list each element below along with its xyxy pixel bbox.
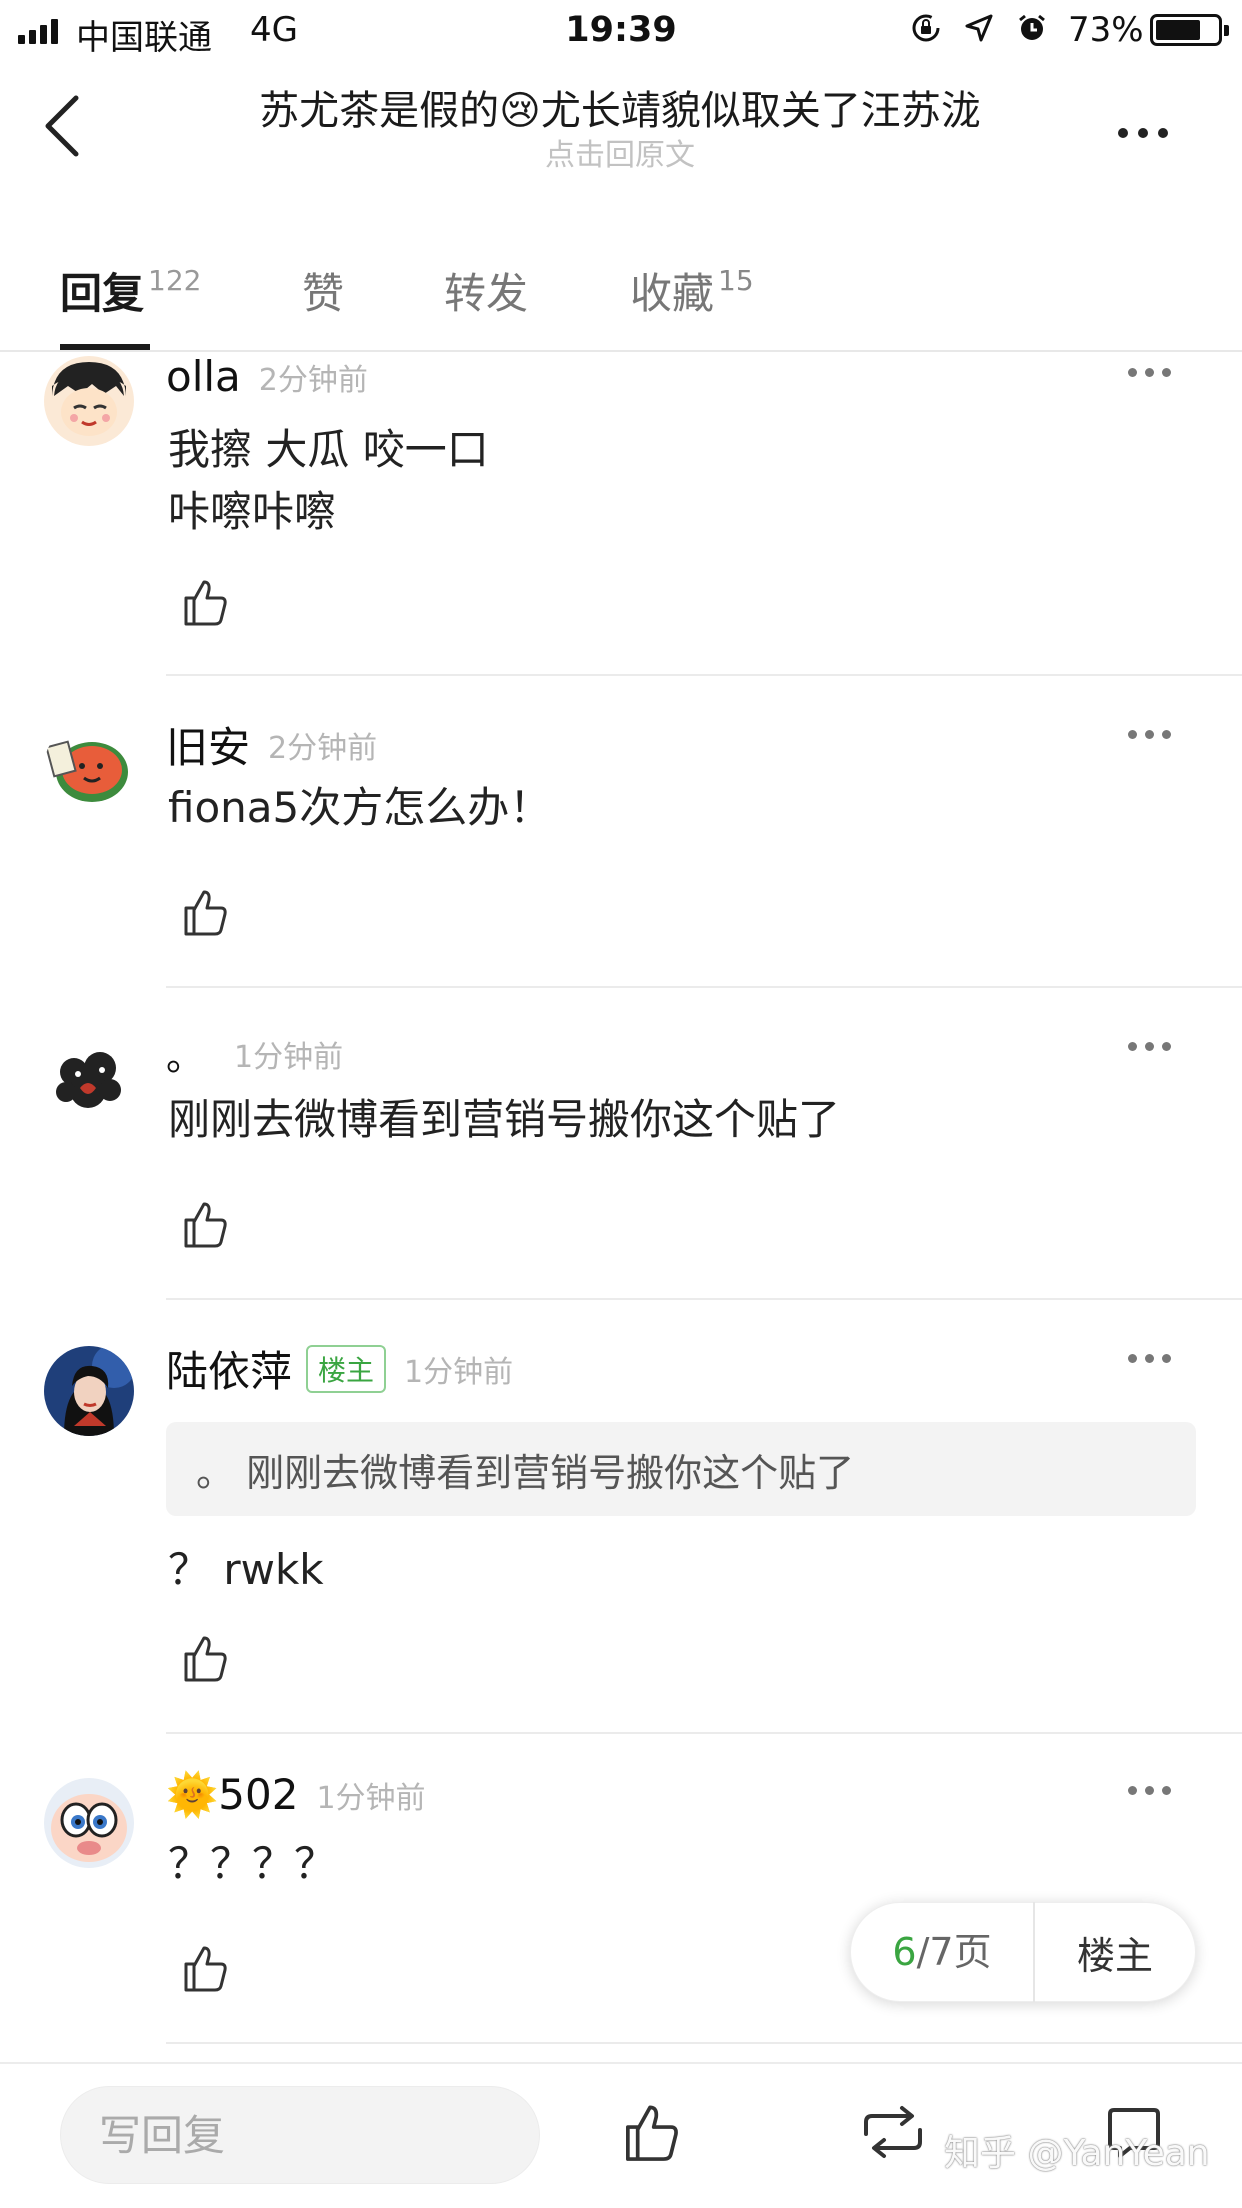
comment-more-button[interactable]: [1128, 362, 1176, 382]
portrait-avatar-icon: [44, 1346, 134, 1436]
active-tab-indicator: [60, 344, 150, 350]
total-pages: /7页: [916, 1930, 992, 1974]
like-button[interactable]: [180, 1198, 228, 1250]
comment-time: 1分钟前: [316, 1781, 426, 1816]
comment-text: ？？？？: [168, 1839, 337, 1888]
nav-bar: 苏尤茶是假的😢尤长靖貌似取关了汪苏泷 点击回原文: [0, 62, 1242, 182]
avatar[interactable]: [44, 722, 134, 812]
thumbs-up-icon: [184, 580, 227, 626]
tab-favorites[interactable]: 收藏 15: [630, 260, 754, 321]
avatar[interactable]: [44, 1778, 134, 1868]
chevron-left-icon: [45, 95, 79, 157]
username[interactable]: 旧安: [166, 714, 250, 775]
reply-input[interactable]: 写回复: [60, 2086, 540, 2184]
comment-text: fiona5次方怎么办！: [168, 783, 552, 832]
page-navigator: 6/7页 楼主: [850, 1902, 1196, 2002]
username[interactable]: 。: [166, 1026, 204, 1081]
more-dots-icon: [1128, 1353, 1137, 1363]
comment-time: 2分钟前: [258, 362, 368, 398]
thumbs-up-icon: [184, 1636, 227, 1682]
more-dots-icon: [1128, 729, 1137, 739]
comment-more-button[interactable]: [1128, 1348, 1176, 1368]
more-dots-icon: [1118, 128, 1128, 138]
divider: [166, 986, 1242, 988]
avatar[interactable]: [44, 1034, 134, 1124]
divider: [166, 1298, 1242, 1300]
page-title: 苏尤茶是假的😢尤长靖貌似取关了汪苏泷: [259, 88, 981, 134]
comment-time: 1分钟前: [404, 1354, 514, 1390]
comment-text: 咔嚓咔嚓: [168, 487, 337, 536]
orientation-lock-icon: [912, 14, 940, 42]
page-indicator-button[interactable]: 6/7页: [851, 1902, 1035, 2002]
divider: [166, 1732, 1242, 1734]
comment-text: 刚刚去微博看到营销号搬你这个贴了: [168, 1095, 841, 1144]
thumbs-up-icon: [184, 1202, 227, 1248]
like-post-button[interactable]: [618, 2100, 682, 2164]
like-button[interactable]: [180, 1942, 228, 1994]
tab-bar: 回复 122 赞 转发 收藏 15: [0, 240, 1242, 352]
tab-label: 收藏: [630, 269, 715, 318]
cartoon-face-avatar-icon: [44, 1778, 134, 1868]
op-badge: 楼主: [306, 1344, 387, 1393]
username[interactable]: 陆依萍: [166, 1338, 292, 1399]
more-options-button[interactable]: [1118, 118, 1182, 148]
repost-icon: [864, 2106, 922, 2158]
like-button[interactable]: [180, 886, 228, 938]
comment-text: ？ rwkk: [168, 1545, 324, 1594]
username[interactable]: olla: [166, 352, 241, 401]
watermark: 知乎 @YanYean: [944, 2133, 1210, 2174]
watermelon-avatar-icon: [44, 722, 134, 812]
like-button[interactable]: [180, 576, 228, 628]
divider: [166, 2042, 1242, 2044]
tab-label: 回复: [60, 269, 145, 318]
tab-replies[interactable]: 回复 122: [60, 260, 201, 321]
tab-label: 赞: [302, 269, 345, 318]
battery-percent: 73%: [1068, 10, 1144, 50]
status-bar: 中国联通 4G 19:39 73%: [0, 0, 1242, 62]
tab-likes[interactable]: 赞: [302, 260, 344, 321]
username[interactable]: 🌞502: [166, 1770, 298, 1820]
comment-more-button[interactable]: [1128, 1780, 1176, 1800]
comment-time: 2分钟前: [268, 730, 378, 766]
quoted-reply[interactable]: 。 刚刚去微博看到营销号搬你这个贴了: [166, 1422, 1196, 1516]
location-icon: [965, 14, 993, 42]
divider: [166, 674, 1242, 676]
ink-blob-avatar-icon: [44, 1034, 134, 1124]
thumbs-up-icon: [184, 890, 227, 936]
tab-reposts[interactable]: 转发: [444, 260, 528, 321]
avatar[interactable]: [44, 1346, 134, 1436]
comment-more-button[interactable]: [1128, 1036, 1176, 1056]
avatar[interactable]: [44, 356, 134, 446]
comment-more-button[interactable]: [1128, 724, 1176, 744]
back-to-original-link[interactable]: 点击回原文: [140, 130, 1100, 174]
more-dots-icon: [1128, 1041, 1137, 1051]
repost-button[interactable]: [858, 2100, 922, 2164]
comment-text: 我擦 大瓜 咬一口: [168, 425, 489, 474]
comment-time: 1分钟前: [234, 1039, 344, 1075]
op-only-button[interactable]: 楼主: [1035, 1925, 1195, 1980]
thumbs-up-icon: [184, 1946, 227, 1992]
status-time: 19:39: [565, 10, 677, 50]
tab-count: 122: [148, 264, 202, 297]
cartoon-girl-avatar-icon: [44, 356, 134, 446]
tab-label: 转发: [444, 269, 529, 318]
back-button[interactable]: [36, 90, 96, 162]
more-dots-icon: [1128, 367, 1137, 377]
tab-count: 15: [718, 264, 754, 297]
like-button[interactable]: [180, 1632, 228, 1684]
more-dots-icon: [1128, 1785, 1137, 1795]
like-icon: [626, 2105, 678, 2161]
alarm-icon: [1019, 14, 1045, 40]
battery-icon: [1150, 14, 1229, 46]
current-page: 6: [892, 1930, 917, 1974]
